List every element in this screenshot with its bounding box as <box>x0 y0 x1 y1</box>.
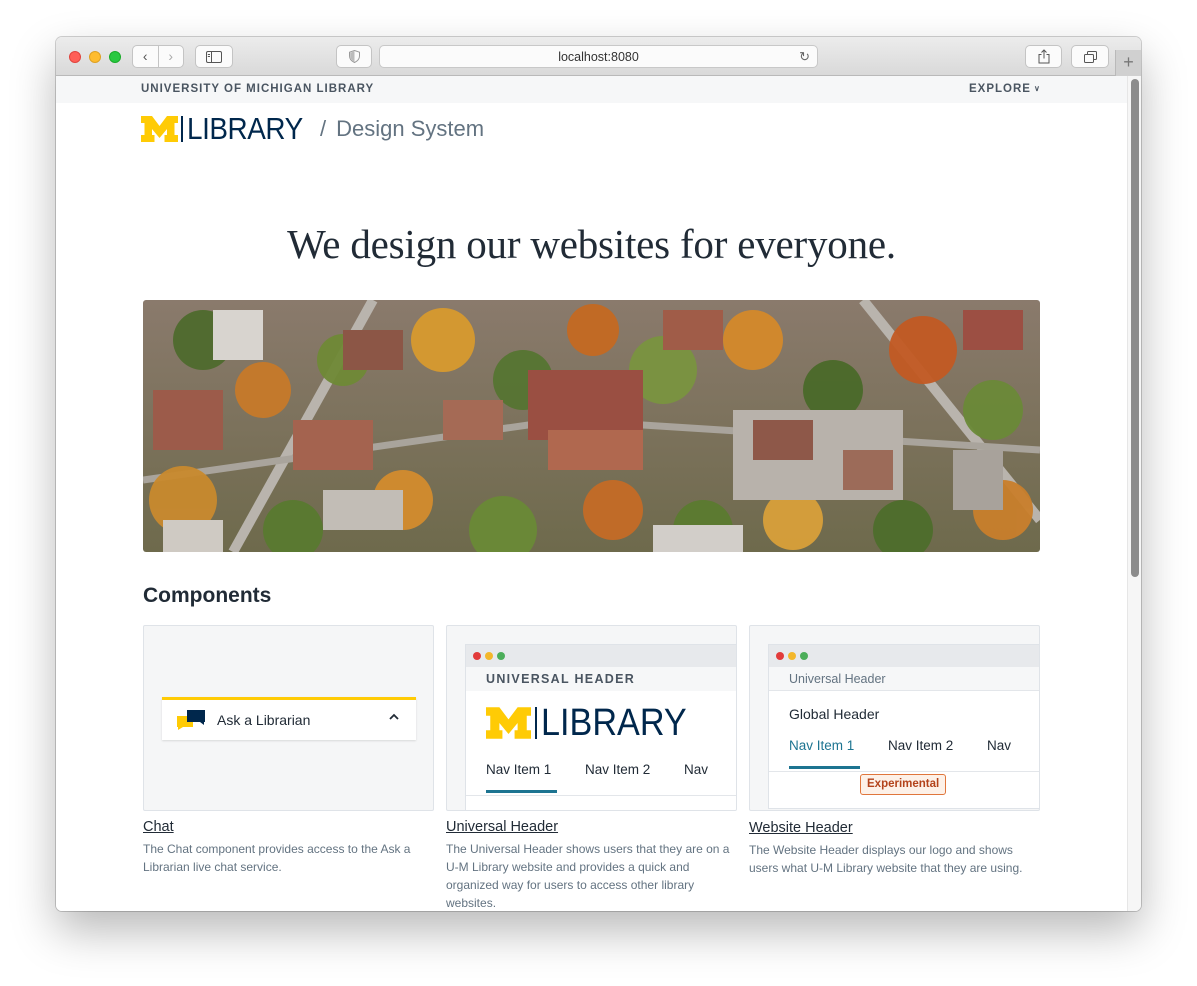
mini-nav-item-1: Nav Item 1 <box>789 738 855 753</box>
browser-titlebar: ‹ › localhost:8080 ↻ + <box>56 37 1141 76</box>
universal-header: UNIVERSITY OF MICHIGAN LIBRARY EXPLORE ∨ <box>56 76 1127 103</box>
share-icon <box>1038 49 1049 64</box>
page-content: UNIVERSITY OF MICHIGAN LIBRARY EXPLORE ∨ … <box>56 76 1127 911</box>
mini-nav-item-2: Nav Item 2 <box>585 762 651 777</box>
hero-title: We design our websites for everyone. <box>287 221 896 267</box>
library-wordmark: LIBRARY <box>187 111 303 146</box>
universal-header-card-link[interactable]: Universal Header <box>446 819 558 835</box>
mini-universal-header-label: Universal Header <box>789 672 886 686</box>
universal-header-preview[interactable]: UNIVERSAL HEADER LIBRARY Nav Item 1 Nav … <box>446 625 737 811</box>
mini-library-wordmark: LIBRARY <box>541 702 687 744</box>
chat-preview[interactable]: Ask a Librarian <box>143 625 434 811</box>
mini-nav-active-indicator <box>486 790 557 793</box>
new-tab-button[interactable]: + <box>1115 50 1141 76</box>
block-m-logo-icon <box>486 707 531 739</box>
mini-divider <box>466 795 736 796</box>
mini-titlebar <box>466 645 736 667</box>
address-bar[interactable]: localhost:8080 ↻ <box>379 45 818 68</box>
explore-label: EXPLORE <box>969 83 1031 95</box>
mini-universal-header: Universal Header <box>769 667 1039 691</box>
chat-bubbles-icon <box>177 710 205 730</box>
mini-nav-item-3: Nav <box>987 738 1012 753</box>
mini-nav-item-2: Nav Item 2 <box>888 738 954 753</box>
chat-card-description: The Chat component provides access to th… <box>143 842 411 874</box>
mini-red-dot <box>776 652 784 660</box>
mini-yellow-dot <box>485 652 493 660</box>
close-window-button[interactable] <box>69 51 81 63</box>
mini-titlebar <box>769 645 1039 667</box>
scrollbar-thumb[interactable] <box>1131 79 1139 577</box>
campus-aerial-image <box>143 300 1040 552</box>
chat-label: Ask a Librarian <box>217 712 311 728</box>
mini-nav-item-3: Nav <box>684 762 709 777</box>
chat-card-link[interactable]: Chat <box>143 819 174 835</box>
forward-icon[interactable]: › <box>159 46 184 67</box>
mini-green-dot <box>800 652 808 660</box>
sidebar-icon <box>206 50 222 63</box>
mini-browser: UNIVERSAL HEADER LIBRARY Nav Item 1 Nav … <box>465 644 736 810</box>
mini-green-dot <box>497 652 505 660</box>
site-name-text: Design System <box>336 116 485 141</box>
chat-widget: Ask a Librarian <box>162 697 416 740</box>
block-m-logo-icon <box>141 116 178 142</box>
mini-divider <box>769 771 1039 772</box>
mini-nav-item-1: Nav Item 1 <box>486 762 552 777</box>
explore-menu-button[interactable]: EXPLORE ∨ <box>969 83 1041 95</box>
tabs-icon <box>1083 50 1097 63</box>
mini-red-dot <box>473 652 481 660</box>
mini-yellow-dot <box>788 652 796 660</box>
experimental-badge: Experimental <box>860 774 947 795</box>
tab-overview-button[interactable] <box>1071 45 1109 68</box>
privacy-report-button[interactable] <box>336 45 372 68</box>
website-header-card-description: The Website Header displays our logo and… <box>749 843 1023 875</box>
address-text: localhost:8080 <box>558 49 639 64</box>
mini-universal-header: UNIVERSAL HEADER <box>466 667 736 691</box>
mini-universal-header-label: UNIVERSAL HEADER <box>486 672 636 686</box>
site-name: / Design System <box>320 116 484 142</box>
mini-library-logo: LIBRARY <box>486 702 703 744</box>
chevron-up-icon <box>388 710 400 726</box>
library-logo-link[interactable]: LIBRARY <box>141 111 316 146</box>
history-nav: ‹ › <box>132 45 184 68</box>
universal-header-card-description: The Universal Header shows users that th… <box>446 842 730 910</box>
reload-icon[interactable]: ↻ <box>799 49 810 65</box>
scrollbar[interactable] <box>1127 76 1141 911</box>
mini-nav-active-indicator <box>789 766 860 769</box>
shield-icon <box>348 50 360 63</box>
back-icon[interactable]: ‹ <box>133 46 158 67</box>
mini-global-header-label: Global Header <box>789 706 880 722</box>
website-header-card-link[interactable]: Website Header <box>749 820 853 836</box>
logo-divider <box>181 116 183 142</box>
browser-window: ‹ › localhost:8080 ↻ + UNIVERSITY OF MIC… <box>56 37 1141 911</box>
university-link[interactable]: UNIVERSITY OF MICHIGAN LIBRARY <box>141 83 374 95</box>
logo-divider <box>535 707 537 739</box>
share-button[interactable] <box>1025 45 1062 68</box>
chevron-down-icon: ∨ <box>1033 84 1041 93</box>
minimize-window-button[interactable] <box>89 51 101 63</box>
zoom-window-button[interactable] <box>109 51 121 63</box>
breadcrumb-separator: / <box>320 116 327 141</box>
components-heading: Components <box>143 584 272 607</box>
sidebar-toggle-button[interactable] <box>195 45 233 68</box>
